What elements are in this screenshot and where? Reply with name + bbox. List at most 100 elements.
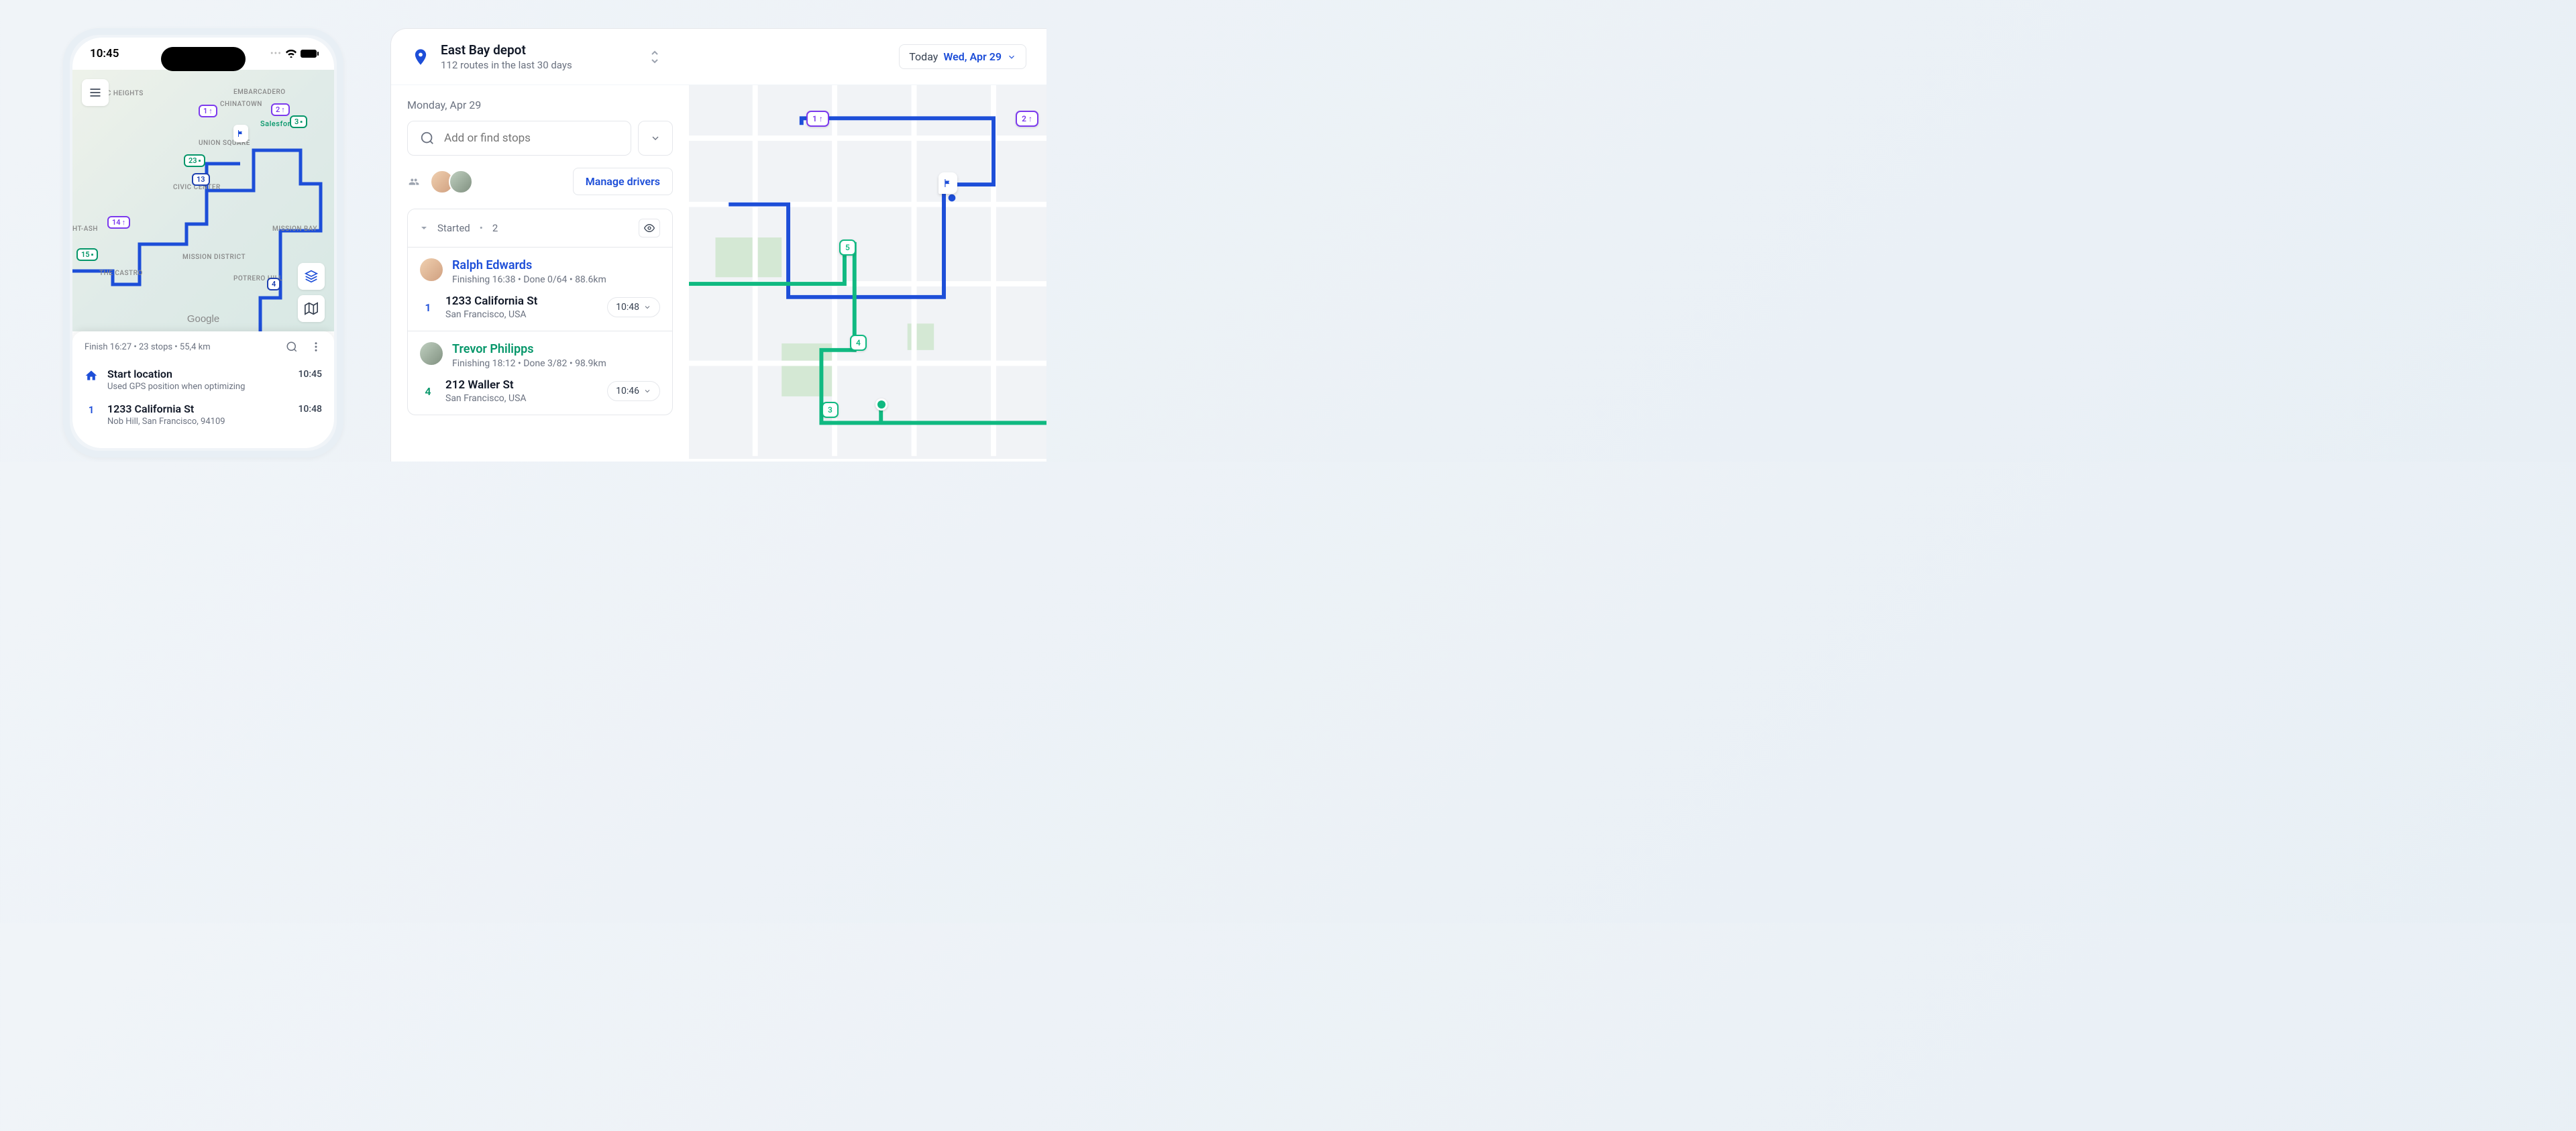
depot-subtitle: 112 routes in the last 30 days [441, 59, 572, 71]
flag-pin[interactable] [233, 125, 248, 142]
map-style-button[interactable] [298, 295, 325, 322]
search-icon[interactable] [286, 341, 298, 353]
map-pin[interactable]: 1↑ [806, 111, 829, 127]
depot-selector[interactable]: East Bay depot 112 routes in the last 30… [411, 42, 659, 71]
battery-icon [301, 50, 317, 58]
section-header[interactable]: Started • 2 [408, 209, 672, 247]
flag-pin[interactable] [938, 172, 957, 194]
current-position-dot [875, 398, 888, 411]
caret-down-icon [420, 224, 428, 232]
desktop-panel: East Bay depot 112 routes in the last 30… [390, 28, 1046, 462]
layers-icon [305, 270, 318, 283]
depot-switch-icon[interactable] [650, 50, 659, 64]
map-stop-pin[interactable]: 3▪ [290, 115, 307, 128]
date-picker[interactable]: Today Wed, Apr 29 [899, 44, 1026, 69]
driver-block[interactable]: Trevor Philipps Finishing 18:12 • Done 3… [408, 331, 672, 415]
menu-icon [89, 86, 102, 99]
home-icon [85, 369, 98, 382]
chevron-down-icon [643, 387, 651, 395]
route-summary: Finish 16:27 • 23 stops • 55,4 km [85, 342, 211, 352]
map-pin[interactable]: 2↑ [1016, 111, 1038, 127]
stops-search-input[interactable] [444, 131, 619, 145]
stop-title: 1233 California St [107, 402, 288, 415]
chevron-down-icon [650, 133, 661, 144]
vehicle-icon [947, 193, 957, 203]
chevron-down-icon [1007, 52, 1016, 62]
desktop-map[interactable]: 1↑ 2↑ 5 4 3 [689, 85, 1046, 459]
stop-number: 1 [420, 301, 436, 314]
status-time: 10:45 [90, 47, 119, 60]
depot-name: East Bay depot [441, 42, 572, 58]
driver-avatars [430, 170, 473, 194]
map-stop-pin[interactable]: 14↑ [107, 216, 130, 229]
flag-icon [943, 178, 953, 188]
chevron-down-icon [643, 303, 651, 311]
search-input-container[interactable] [407, 121, 631, 156]
driver-block[interactable]: Ralph Edwards Finishing 16:38 • Done 0/6… [408, 247, 672, 331]
map-label: MISSION BAY [272, 225, 317, 233]
map-pin[interactable]: 4 [850, 335, 867, 351]
stop-number: 1 [85, 404, 98, 416]
map-pin[interactable]: 5 [839, 239, 856, 256]
date-label: Today [909, 50, 938, 63]
expand-button[interactable] [638, 121, 673, 156]
start-location-item[interactable]: Start location Used GPS position when op… [72, 362, 334, 397]
phone-map[interactable]: EMBARCADERO CHINATOWN PACIFIC HEIGHTS UN… [72, 70, 334, 331]
map-stop-pin[interactable]: 2↑ [271, 103, 290, 116]
map-stop-pin[interactable]: 13 [192, 173, 210, 186]
layers-button[interactable] [298, 263, 325, 290]
menu-button[interactable] [82, 79, 109, 106]
map-label: HT-ASH [72, 225, 98, 233]
status-icons: ••• [270, 48, 317, 59]
started-section: Started • 2 Ralph Edwards Finishing 16:3… [407, 209, 673, 415]
driver-name: Ralph Edwards [452, 258, 660, 272]
driver-meta: Finishing 16:38 • Done 0/64 • 88.6km [452, 274, 660, 285]
stop-title: Start location [107, 368, 288, 380]
section-count: 2 [492, 222, 498, 234]
map-stop-pin[interactable]: 4 [267, 278, 280, 290]
manage-drivers-button[interactable]: Manage drivers [573, 168, 673, 195]
stop-time-chip[interactable]: 10:46 [607, 381, 660, 401]
day-label: Monday, Apr 29 [407, 99, 673, 111]
driver-meta: Finishing 18:12 • Done 3/82 • 98.9km [452, 358, 660, 369]
section-status: Started [437, 222, 470, 234]
map-label: THE CASTRO [99, 270, 143, 277]
visibility-toggle[interactable] [639, 219, 660, 237]
stop-subtitle: San Francisco, USA [445, 309, 598, 320]
stop-title: 1233 California St [445, 294, 598, 308]
cell-dots-icon: ••• [270, 48, 282, 59]
flag-icon [237, 129, 245, 138]
map-stop-pin[interactable]: 15▪ [76, 248, 98, 261]
eye-icon [644, 223, 655, 233]
bottom-sheet[interactable]: Finish 16:27 • 23 stops • 55,4 km Start … [72, 331, 334, 448]
map-label: CHINATOWN [220, 101, 262, 108]
avatar [420, 258, 443, 281]
map-pin[interactable]: 3 [822, 402, 839, 418]
map-stop-pin[interactable]: 1↑ [199, 105, 217, 117]
driver-next-stop[interactable]: 1 1233 California St San Francisco, USA … [420, 294, 660, 320]
map-icon [305, 302, 318, 315]
map-label: EMBARCADERO [233, 89, 286, 96]
phone-notch [161, 47, 246, 71]
driver-next-stop[interactable]: 4 212 Waller St San Francisco, USA 10:46 [420, 378, 660, 404]
phone-mockup: 10:45 ••• EMBARCADERO CHINATOWN PACIFIC … [63, 28, 343, 457]
desktop-sidebar: Monday, Apr 29 Manage dri [391, 85, 689, 459]
stop-time-chip[interactable]: 10:48 [607, 297, 660, 317]
map-roads [689, 85, 1046, 456]
stop-time: 10:48 [298, 404, 322, 415]
stop-number: 4 [420, 385, 436, 398]
stop-time: 10:45 [298, 369, 322, 380]
avatar [420, 342, 443, 365]
map-controls [298, 263, 325, 322]
stop-item[interactable]: 1 1233 California St Nob Hill, San Franc… [72, 397, 334, 432]
driver-name: Trevor Philipps [452, 342, 660, 356]
date-value: Wed, Apr 29 [943, 50, 1002, 63]
wifi-icon [286, 50, 297, 58]
more-icon[interactable] [310, 341, 322, 353]
stop-subtitle: Nob Hill, San Francisco, 94109 [107, 417, 288, 427]
map-stop-pin[interactable]: 23▪ [184, 154, 205, 167]
people-icon [407, 176, 421, 187]
avatar[interactable] [449, 170, 473, 194]
phone-screen: 10:45 ••• EMBARCADERO CHINATOWN PACIFIC … [72, 38, 334, 448]
sheet-header: Finish 16:27 • 23 stops • 55,4 km [72, 331, 334, 362]
